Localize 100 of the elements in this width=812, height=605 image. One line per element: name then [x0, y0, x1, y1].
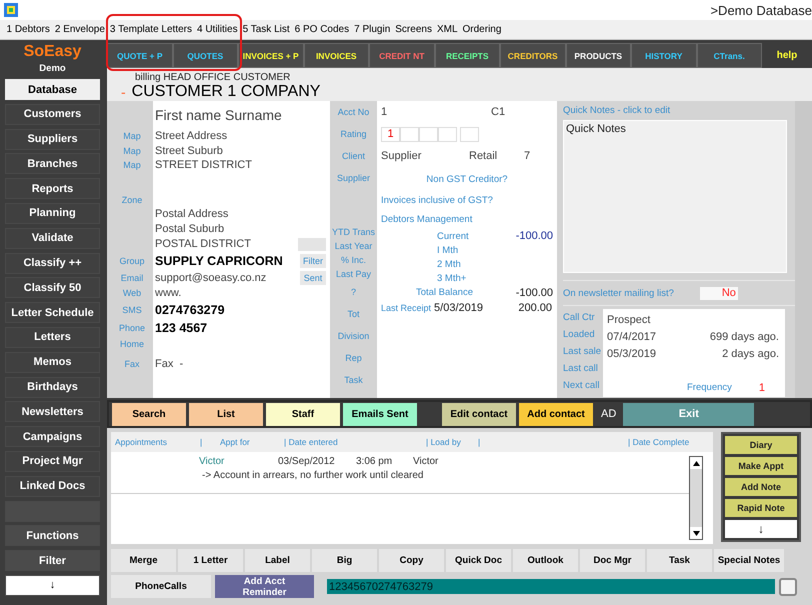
diary-button[interactable]: Diary: [725, 436, 797, 454]
tool-button[interactable]: Label: [245, 549, 310, 572]
tool-button[interactable]: Copy: [379, 549, 444, 572]
appt-time: 3:06 pm: [356, 456, 394, 467]
menu-item[interactable]: 4 Utilities: [194, 24, 240, 35]
sidebar-item[interactable]: Classify 50: [5, 277, 100, 298]
tab[interactable]: CREDITORS: [500, 43, 566, 68]
sidebar-item[interactable]: Filter: [5, 550, 100, 572]
action-button[interactable]: Search: [112, 402, 186, 426]
newsletter-label: On newsletter mailing list?: [563, 288, 674, 298]
up-arrow-icon[interactable]: [692, 460, 700, 466]
action-button[interactable]: List: [189, 402, 263, 426]
sidebar-item[interactable]: Customers: [5, 104, 100, 125]
menu-item[interactable]: 5 Task List: [240, 24, 292, 35]
sidebar-item[interactable]: Validate: [5, 228, 100, 249]
loaded-by: Victor: [413, 456, 438, 467]
action-button[interactable]: Edit contact: [442, 402, 516, 426]
tab[interactable]: QUOTE + P: [107, 43, 172, 68]
rating-box[interactable]: [419, 126, 438, 142]
menu-item[interactable]: 3 Template Letters: [107, 24, 194, 35]
rating-box[interactable]: 1: [381, 126, 400, 142]
square-button[interactable]: [779, 578, 797, 596]
menu-item[interactable]: 1 Debtors: [4, 24, 52, 35]
menu-item[interactable]: 7 Plugin: [352, 24, 393, 35]
tab[interactable]: HISTORY: [631, 43, 696, 68]
scroll-down-button[interactable]: ↓: [725, 520, 797, 538]
tab[interactable]: PRODUCTS: [566, 43, 631, 68]
column-header: | Load by: [426, 437, 462, 447]
sidebar-item[interactable]: Newsletters: [5, 401, 100, 422]
action-button[interactable]: Staff: [266, 402, 340, 426]
column-header: | Date Complete: [628, 437, 690, 447]
tab[interactable]: RECEIPTS: [434, 43, 500, 68]
field-label: Call Ctr: [563, 312, 595, 323]
sidebar-item[interactable]: Memos: [5, 352, 100, 373]
amount: -100.00: [514, 230, 553, 242]
price-level: Retail: [469, 150, 498, 162]
number-field[interactable]: 12345670274763279: [327, 579, 775, 594]
field-value: First name Surname: [155, 107, 282, 123]
scroll-down-button[interactable]: ↓: [5, 574, 100, 596]
aging-label: Current: [437, 230, 470, 242]
action-button[interactable]: Emails Sent: [343, 402, 417, 426]
rating-box[interactable]: [400, 126, 419, 142]
receipt-amount: 200.00: [517, 302, 552, 314]
sidebar-item[interactable]: Birthdays: [5, 376, 100, 398]
diary-button[interactable]: Add Note: [725, 478, 797, 496]
menu-item[interactable]: 2 Envelope: [52, 24, 108, 35]
tab[interactable]: INVOICES + P: [238, 43, 304, 68]
reminder-button[interactable]: Add Acct Reminder: [215, 575, 314, 598]
aging-label: 3 Mth+: [437, 272, 468, 284]
sidebar-item[interactable]: Campaigns: [5, 426, 100, 448]
field-value: Fax -: [155, 358, 184, 370]
tool-button[interactable]: Big: [312, 549, 377, 572]
field-value: POSTAL DISTRICT: [155, 238, 251, 250]
sidebar-item[interactable]: Letter Schedule: [5, 302, 100, 324]
scrollbar[interactable]: [689, 456, 703, 540]
phone-calls-button[interactable]: PhoneCalls: [111, 575, 211, 598]
option-link[interactable]: Debtors Management: [381, 214, 472, 225]
diary-button[interactable]: Make Appt: [725, 457, 797, 475]
sidebar-item[interactable]: Reports: [5, 178, 100, 200]
tab[interactable]: INVOICES: [304, 43, 369, 68]
sidebar-item[interactable]: Database: [5, 79, 100, 100]
window-title: >Demo Database: [710, 2, 812, 18]
sidebar-item[interactable]: Branches: [5, 153, 100, 174]
rating-box[interactable]: [438, 126, 457, 142]
tool-button[interactable]: Outlook: [513, 549, 578, 572]
sidebar-item[interactable]: Suppliers: [5, 128, 100, 150]
sidebar-item[interactable]: Letters: [5, 326, 100, 348]
menu-item[interactable]: 6 PO Codes: [292, 24, 352, 35]
sidebar-item[interactable]: Project Mgr: [5, 450, 100, 472]
option-link[interactable]: Non GST Creditor?: [426, 174, 508, 184]
action-button[interactable]: Add contact: [519, 402, 593, 426]
tool-button[interactable]: Special Notes: [714, 549, 784, 572]
diary-button[interactable]: Rapid Note: [725, 499, 797, 517]
column-header: |: [478, 437, 482, 447]
help-link[interactable]: help: [762, 43, 812, 68]
tool-button[interactable]: Merge: [111, 549, 176, 572]
option-link[interactable]: Invoices inclusive of GST?: [381, 195, 493, 206]
field-value: www.: [155, 287, 182, 300]
tool-button[interactable]: Task: [647, 549, 712, 572]
tool-button[interactable]: 1 Letter: [178, 549, 243, 572]
sidebar-item[interactable]: Planning: [5, 202, 100, 224]
rating-box[interactable]: [460, 126, 479, 142]
notes-area[interactable]: Quick Notes: [563, 120, 787, 273]
sidebar-item[interactable]: Classify ++: [5, 252, 100, 274]
tab[interactable]: CTrans.: [696, 43, 762, 68]
sidebar-item[interactable]: Functions: [5, 525, 100, 546]
menu-item[interactable]: Screens: [392, 24, 434, 35]
menu-item[interactable]: Ordering: [460, 24, 504, 35]
down-arrow-icon[interactable]: [692, 530, 700, 536]
menu-item[interactable]: XML: [434, 24, 460, 35]
tab[interactable]: QUOTES: [172, 43, 238, 68]
frequency-label: Frequency: [687, 382, 732, 393]
tool-button[interactable]: Doc Mgr: [580, 549, 645, 572]
user-initials: AD: [601, 408, 616, 420]
small-field[interactable]: [298, 238, 326, 250]
sidebar-item[interactable]: Linked Docs: [5, 476, 100, 497]
tool-button[interactable]: Quick Doc: [446, 549, 511, 572]
aging-label: 2 Mth: [437, 258, 462, 270]
newsletter-value[interactable]: No: [700, 286, 738, 300]
logo-text: SoEasy: [22, 43, 82, 62]
